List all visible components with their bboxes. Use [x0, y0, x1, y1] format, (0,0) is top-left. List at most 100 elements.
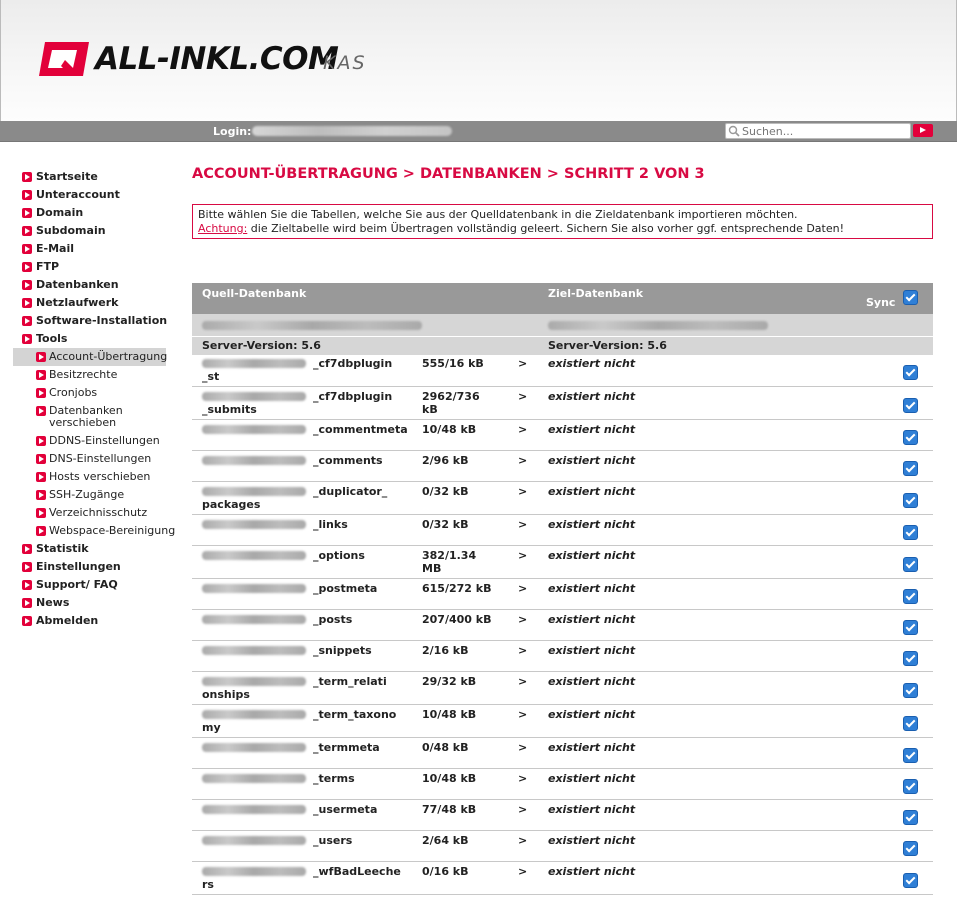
table-row: _links 0/32 kB > existiert nicht	[192, 515, 933, 546]
table-row: _duplicator_ packages 0/32 kB > existiert ni…	[192, 482, 933, 515]
table-size-line: 382/1.34	[422, 549, 477, 562]
table-size: 10/48 kB	[422, 708, 512, 721]
sidebar-item-label: Hosts verschieben	[49, 470, 151, 483]
arrow-bullet-icon	[36, 454, 46, 464]
table-name-part: rs	[202, 878, 214, 891]
sync-checkbox[interactable]	[903, 873, 918, 888]
table-prefix-redacted	[202, 677, 306, 686]
table-row: _usermeta 77/48 kB > existiert nicht	[192, 800, 933, 831]
sidebar-item-label: DDNS-Einstellungen	[49, 434, 160, 447]
col-source: Quell-Datenbank	[202, 287, 307, 300]
search-input[interactable]	[742, 124, 902, 138]
table-row: _postmeta 615/272 kB > existiert nicht	[192, 579, 933, 610]
transfer-arrow: >	[518, 549, 528, 562]
table-size-line: 2/64 kB	[422, 834, 469, 847]
transfer-arrow: >	[518, 741, 528, 754]
table-name-part: _duplicator_	[313, 485, 388, 498]
arrow-bullet-icon	[36, 388, 46, 398]
sidebar-item-label: Account-Übertragung	[49, 350, 168, 363]
table-prefix-redacted	[202, 646, 306, 655]
target-status: existiert nicht	[548, 741, 636, 754]
sync-checkbox[interactable]	[903, 557, 918, 572]
sync-checkbox[interactable]	[903, 841, 918, 856]
table-size-line: 77/48 kB	[422, 803, 477, 816]
sidebar-item[interactable]: Tools	[22, 330, 162, 348]
sync-checkbox[interactable]	[903, 430, 918, 445]
table-prefix-redacted	[202, 774, 306, 783]
sync-checkbox[interactable]	[903, 493, 918, 508]
sidebar-item[interactable]: Cronjobs	[13, 384, 166, 402]
sidebar-item[interactable]: Datenbanken	[22, 276, 162, 294]
table-name-part: _term_relati	[313, 675, 387, 688]
version-row: Server-Version: 5.6 Server-Version: 5.6	[192, 336, 933, 355]
table-size-line: 10/48 kB	[422, 423, 477, 436]
sidebar-item[interactable]: Besitzrechte	[13, 366, 166, 384]
table-prefix-redacted	[202, 359, 306, 368]
sync-checkbox[interactable]	[903, 461, 918, 476]
sync-checkbox[interactable]	[903, 620, 918, 635]
table-name-part: _cf7dbplugin	[313, 357, 393, 370]
table-size: 0/16 kB	[422, 865, 512, 878]
sidebar-item[interactable]: Startseite	[22, 168, 162, 186]
sidebar-item[interactable]: DNS-Einstellungen	[13, 450, 166, 468]
sync-checkbox[interactable]	[903, 525, 918, 540]
sidebar-item[interactable]: Statistik	[22, 540, 162, 558]
table-prefix-redacted	[202, 836, 306, 845]
database-row	[192, 314, 933, 336]
table-row: _posts 207/400 kB > existiert nicht	[192, 610, 933, 641]
sidebar-item[interactable]: Netzlaufwerk	[22, 294, 162, 312]
sidebar-item[interactable]: Unteraccount	[22, 186, 162, 204]
table-size-line: 207/400 kB	[422, 613, 492, 626]
sidebar-item-label: FTP	[36, 260, 60, 273]
sidebar-item[interactable]: Account-Übertragung	[13, 348, 168, 366]
sidebar-item[interactable]: Software-Installation	[22, 312, 167, 330]
table-row: _termmeta 0/48 kB > existiert nicht	[192, 738, 933, 769]
sync-checkbox[interactable]	[903, 810, 918, 825]
table-name-part: _options	[313, 549, 365, 562]
table-size: 555/16 kB	[422, 357, 512, 370]
sidebar-item[interactable]: DDNS-Einstellungen	[13, 432, 166, 450]
table-size: 2/96 kB	[422, 454, 512, 467]
sidebar-item-label: Verzeichnisschutz	[49, 506, 148, 519]
transfer-arrow: >	[518, 865, 528, 878]
table-name-part: _cf7dbplugin	[313, 390, 393, 403]
source-db-redacted	[202, 321, 422, 330]
sidebar-item[interactable]: Verzeichnisschutz	[13, 504, 166, 522]
table-prefix-redacted	[202, 456, 306, 465]
sync-checkbox[interactable]	[903, 589, 918, 604]
sidebar-item[interactable]: Abmelden	[22, 612, 162, 630]
sidebar-item-label: Abmelden	[36, 614, 99, 627]
transfer-arrow: >	[518, 834, 528, 847]
sidebar-item[interactable]: Support/ FAQ	[22, 576, 162, 594]
sync-checkbox[interactable]	[903, 398, 918, 413]
notice-link[interactable]: Achtung:	[198, 222, 247, 235]
sidebar-item[interactable]: News	[22, 594, 162, 612]
sync-checkbox[interactable]	[903, 365, 918, 380]
sidebar-item[interactable]: SSH-Zugänge	[13, 486, 166, 504]
sidebar-item[interactable]: Hosts verschieben	[13, 468, 166, 486]
sidebar-item[interactable]: Datenbanken verschieben	[13, 402, 166, 430]
search-box[interactable]	[725, 123, 911, 139]
search-submit-button[interactable]	[913, 124, 933, 137]
target-status: existiert nicht	[548, 772, 636, 785]
table-prefix-redacted	[202, 392, 306, 401]
sync-all-checkbox[interactable]	[903, 290, 918, 305]
sidebar-item[interactable]: FTP	[22, 258, 162, 276]
sidebar-item-label: Domain	[36, 206, 84, 219]
target-status: existiert nicht	[548, 390, 636, 403]
arrow-bullet-icon	[22, 580, 32, 590]
sync-checkbox[interactable]	[903, 779, 918, 794]
sidebar-item[interactable]: Einstellungen	[22, 558, 162, 576]
sidebar-item[interactable]: Domain	[22, 204, 162, 222]
sidebar-item[interactable]: Subdomain	[22, 222, 162, 240]
target-status: existiert nicht	[548, 675, 636, 688]
table-size-line: 615/272 kB	[422, 582, 492, 595]
target-status: existiert nicht	[548, 803, 636, 816]
sync-checkbox[interactable]	[903, 748, 918, 763]
login-label: Login:	[213, 125, 252, 138]
sync-checkbox[interactable]	[903, 683, 918, 698]
sidebar-item[interactable]: Webspace-Bereinigung	[13, 522, 175, 540]
sync-checkbox[interactable]	[903, 716, 918, 731]
sync-checkbox[interactable]	[903, 651, 918, 666]
sidebar-item[interactable]: E-Mail	[22, 240, 162, 258]
